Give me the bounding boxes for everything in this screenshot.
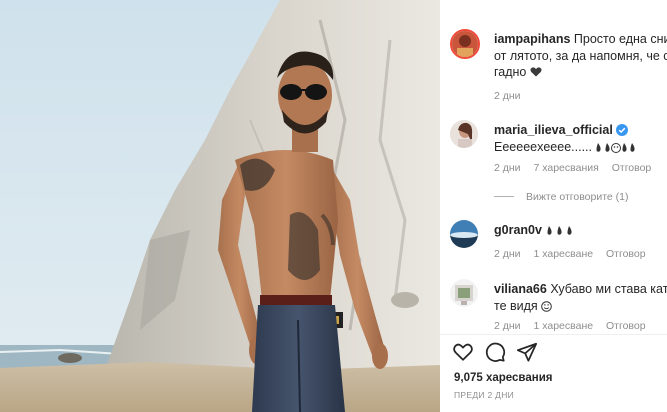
comment-username[interactable]: g0ran0v <box>494 223 542 237</box>
author-avatar[interactable] <box>450 29 480 59</box>
comment-likes[interactable]: 7 харесвания <box>533 162 598 174</box>
caption-time: 2 дни <box>494 90 521 102</box>
emoji-icon <box>547 226 573 235</box>
comment-time: 2 дни <box>494 320 521 332</box>
actions-divider <box>440 334 667 335</box>
comments-panel: iampapihans Просто една сни от лятото, з… <box>440 0 667 412</box>
likes-count[interactable]: 9,075 харесвания <box>454 372 552 384</box>
comment-icon[interactable] <box>484 341 506 363</box>
caption-line-1: Просто една сни <box>573 32 667 46</box>
share-icon[interactable] <box>516 341 538 363</box>
smiling-face-icon <box>541 300 552 312</box>
caption-line-2: от лятото, за да напомня, че сег <box>494 48 667 63</box>
emoji-icon <box>596 142 636 153</box>
verified-badge-icon <box>615 124 628 136</box>
comment-likes[interactable]: 1 харесване <box>533 320 593 332</box>
comment-time: 2 дни <box>494 248 521 260</box>
reply-button[interactable]: Отговор <box>606 320 646 332</box>
heart-icon[interactable] <box>452 341 474 363</box>
commenter-avatar[interactable] <box>450 120 478 148</box>
replies-divider <box>494 196 514 197</box>
comment-username[interactable]: viliana66 <box>494 282 547 296</box>
commenter-avatar[interactable] <box>450 220 478 248</box>
post-photo <box>0 0 440 412</box>
comment-text-line-1: Хубаво ми става кат' <box>550 282 667 296</box>
comment-time: 2 дни <box>494 162 521 174</box>
comment-likes[interactable]: 1 харесване <box>533 248 593 260</box>
commenter-avatar[interactable] <box>450 279 478 307</box>
comment-text-line-2: те видя <box>494 298 538 313</box>
comment-username[interactable]: maria_ilieva_official <box>494 123 613 137</box>
reply-button[interactable]: Отговор <box>606 248 646 260</box>
reply-button[interactable]: Отговор <box>612 162 652 174</box>
comment-text: Eeeeeexeeee...... <box>494 139 592 154</box>
view-replies-link[interactable]: Вижте отговорите (1) <box>494 191 628 203</box>
post-timestamp: ПРЕДИ 2 ДНИ <box>454 390 515 400</box>
caption-line-3: гадно <box>494 65 527 79</box>
author-username[interactable]: iampapihans <box>494 32 570 46</box>
heart-emoji-icon <box>530 67 542 77</box>
